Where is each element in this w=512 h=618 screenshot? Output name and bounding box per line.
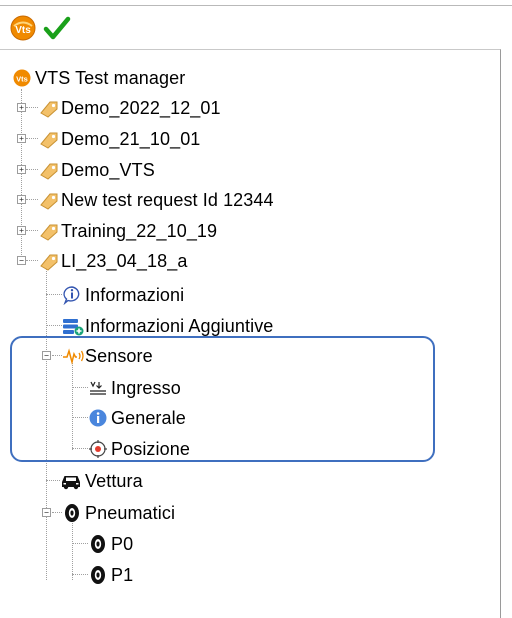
database-add-icon xyxy=(62,316,84,336)
tree-item-p1[interactable]: P1 xyxy=(88,562,133,588)
tree-root[interactable]: Vts VTS Test manager xyxy=(12,65,185,91)
vts-logo-button[interactable]: Vts xyxy=(9,14,37,42)
tree-item-p0[interactable]: P0 xyxy=(88,531,133,557)
expander-training[interactable]: + xyxy=(17,226,26,235)
tree-item-label: Pneumatici xyxy=(85,503,176,523)
expander-demo-vts[interactable]: + xyxy=(17,165,26,174)
toolbar-divider xyxy=(0,5,512,6)
tree-item-posizione[interactable]: Posizione xyxy=(88,436,190,462)
car-icon xyxy=(60,471,82,491)
tag-icon xyxy=(38,251,58,271)
tree-item-informazioni[interactable]: Informazioni xyxy=(62,282,184,308)
tree-item-label: Demo_VTS xyxy=(61,160,155,180)
expander-demo-21[interactable]: + xyxy=(17,134,26,143)
svg-text:Vts: Vts xyxy=(15,25,31,36)
tag-icon xyxy=(38,129,58,149)
tree-item-ingresso[interactable]: Ingresso xyxy=(88,375,181,401)
tree-item-label: Informazioni Aggiuntive xyxy=(85,316,274,336)
vts-logo-icon: Vts xyxy=(10,15,36,41)
tire-icon xyxy=(88,534,108,554)
tag-icon xyxy=(38,190,58,210)
tree-item-label: P0 xyxy=(111,534,134,554)
tree-item-label: Demo_21_10_01 xyxy=(61,129,201,149)
tire-icon xyxy=(62,503,82,523)
tree-item-label: New test request Id 12344 xyxy=(61,190,274,210)
svg-text:Vts: Vts xyxy=(16,75,28,84)
tree-item-li-23-04-18-a[interactable]: LI_23_04_18_a xyxy=(38,248,187,274)
tree-item-label: Demo_2022_12_01 xyxy=(61,98,221,118)
expander-demo-2022[interactable]: + xyxy=(17,103,26,112)
input-icon xyxy=(88,378,108,398)
tree-item-demo-21-10-01[interactable]: Demo_21_10_01 xyxy=(38,126,200,152)
tree-item-label: Informazioni xyxy=(85,285,185,305)
tree-item-training-22-10-19[interactable]: Training_22_10_19 xyxy=(38,218,217,244)
tree-item-demo-vts[interactable]: Demo_VTS xyxy=(38,157,155,183)
info-circle-icon xyxy=(88,408,108,428)
expander-new-test-request[interactable]: + xyxy=(17,195,26,204)
tree-item-sensore[interactable]: Sensore xyxy=(62,343,153,369)
tree-item-label: Sensore xyxy=(85,346,153,366)
vts-logo-icon: Vts xyxy=(12,68,32,88)
expander-li-23-04-18-a[interactable]: − xyxy=(17,256,26,265)
tree-item-new-test-request[interactable]: New test request Id 12344 xyxy=(38,187,274,213)
expander-pneumatici[interactable]: − xyxy=(42,508,51,517)
toolbar: Vts xyxy=(0,0,512,48)
tree-item-label: Vettura xyxy=(85,471,143,491)
confirm-button[interactable] xyxy=(43,14,71,42)
tree-item-vettura[interactable]: Vettura xyxy=(60,468,143,494)
sensor-wave-icon xyxy=(62,346,84,366)
tree-item-label: Ingresso xyxy=(111,378,181,398)
tag-icon xyxy=(38,98,58,118)
target-icon xyxy=(88,439,108,459)
tire-icon xyxy=(88,565,108,585)
tree-root-label: VTS Test manager xyxy=(35,68,186,88)
tree-item-label: Generale xyxy=(111,408,186,428)
expander-sensore[interactable]: − xyxy=(42,351,51,360)
tree-item-label: P1 xyxy=(111,565,134,585)
tree-item-label: Training_22_10_19 xyxy=(61,221,218,241)
checkmark-icon xyxy=(43,16,71,40)
info-bubble-icon xyxy=(62,285,82,306)
test-tree: Vts VTS Test manager + Demo_2022_12_01 +… xyxy=(0,49,501,618)
tree-item-label: LI_23_04_18_a xyxy=(61,251,188,271)
tree-item-generale[interactable]: Generale xyxy=(88,405,186,431)
tag-icon xyxy=(38,160,58,180)
tree-item-informazioni-aggiuntive[interactable]: Informazioni Aggiuntive xyxy=(62,313,273,339)
tree-item-demo-2022-12-01[interactable]: Demo_2022_12_01 xyxy=(38,95,221,121)
tree-item-pneumatici[interactable]: Pneumatici xyxy=(62,500,175,526)
tree-item-label: Posizione xyxy=(111,439,190,459)
tag-icon xyxy=(38,221,58,241)
